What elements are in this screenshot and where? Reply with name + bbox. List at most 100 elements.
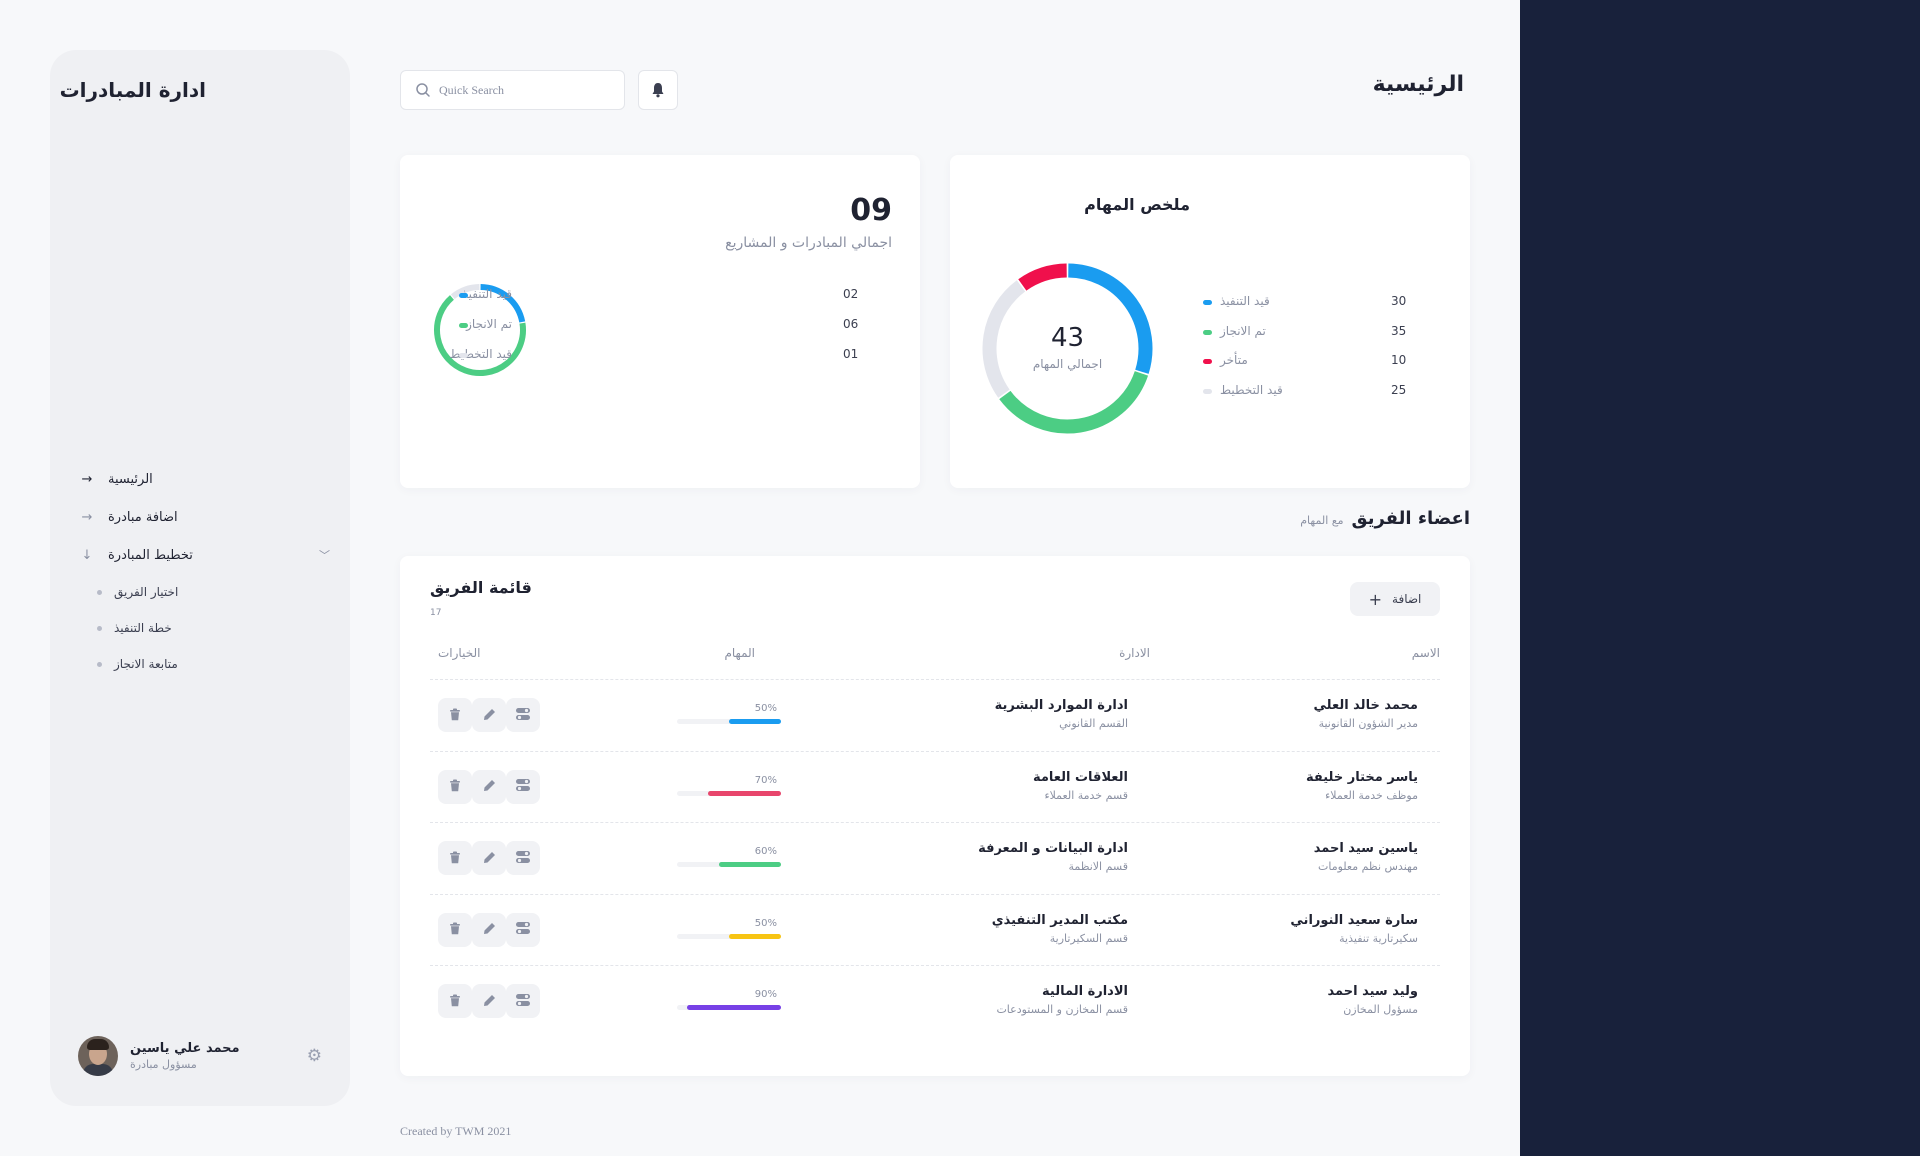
gear-icon[interactable]: ⚙: [307, 1046, 322, 1066]
edit-button[interactable]: [472, 912, 506, 947]
legend-value: 35: [1391, 323, 1407, 338]
team-count: 17: [430, 608, 442, 618]
avatar: [78, 1036, 118, 1076]
toggle-button[interactable]: [506, 984, 540, 1018]
progress-track: [677, 933, 781, 939]
toggle-button[interactable]: [506, 769, 540, 804]
table-row: وليد سيد احمد مسؤول المخازن الادارة المال…: [430, 965, 1440, 1037]
nav-item-planning[interactable]: ↓ تخطيط المبادرة ﹀: [80, 536, 330, 574]
member-dept: ادارة البيانات و المعرفة: [978, 841, 1128, 856]
toggle-button[interactable]: [506, 841, 540, 875]
donut-slice: [1018, 263, 1068, 291]
legend-swatch: [1203, 359, 1212, 365]
legend-label: متأخر: [1220, 353, 1248, 368]
member-dept: مكتب المدير التنفيذي: [991, 912, 1128, 928]
team-section-subtitle: مع المهام: [1300, 514, 1344, 527]
add-member-button[interactable]: اضافة +: [1350, 582, 1440, 616]
team-section-heading: اعضاء الفريق مع المهام: [1300, 508, 1470, 529]
legend-value: 30: [1391, 294, 1407, 308]
member-role: مدير الشؤون القانونية: [1318, 717, 1418, 730]
progress-fill: [687, 1005, 781, 1010]
legend-label: تم الانجاز: [1220, 323, 1266, 338]
toggle-icon: [515, 706, 531, 725]
progress-percent: 70%: [754, 774, 777, 786]
tasks-summary-title: ملخص المهام: [1084, 195, 1190, 214]
member-unit: قسم الانظمة: [1068, 860, 1128, 873]
sidebar-nav: → الرئيسية → اضافة مبادرة ↓ تخطيط المباد…: [80, 460, 330, 682]
legend-swatch: [459, 293, 468, 298]
legend-label: تم الانجاز: [466, 317, 512, 331]
legend-swatch: [459, 323, 468, 328]
member-name: محمد خالد العلي: [1313, 698, 1418, 713]
progress-track: [677, 862, 781, 867]
progress-fill: [708, 790, 781, 796]
page-title: الرئيسية: [1372, 72, 1464, 97]
legend-item: 02 قيد التنفيذ: [440, 287, 858, 317]
bullet-icon: [97, 589, 102, 595]
toggle-icon: [515, 849, 531, 868]
delete-button[interactable]: [438, 698, 472, 732]
plus-icon: +: [1368, 589, 1383, 609]
arrow-right-icon: →: [81, 471, 93, 487]
trash-icon: [449, 706, 461, 725]
toggle-button[interactable]: [506, 912, 540, 947]
pencil-icon: [483, 849, 496, 868]
legend-value: 06: [843, 317, 859, 331]
toggle-button[interactable]: [506, 698, 540, 732]
member-unit: القسم القانوني: [1059, 717, 1128, 730]
pencil-icon: [483, 777, 496, 796]
team-section-title: اعضاء الفريق: [1351, 508, 1471, 529]
subnav-item-team-select[interactable]: اختيار الفريق: [80, 574, 330, 610]
legend-value: 01: [843, 347, 859, 361]
search-box: [400, 70, 625, 110]
delete-button[interactable]: [438, 984, 472, 1018]
edit-button[interactable]: [472, 841, 506, 875]
pencil-icon: [483, 992, 496, 1011]
subnav-item-label: خطة التنفيذ: [114, 621, 172, 635]
progress-fill: [718, 862, 781, 867]
search-input[interactable]: [439, 82, 589, 98]
member-name: وليد سيد احمد: [1327, 984, 1418, 999]
member-role: موظف خدمة العملاء: [1325, 788, 1418, 802]
legend-value: 02: [843, 287, 859, 301]
subnav-item-progress-tracking[interactable]: متابعة الانجاز: [80, 646, 330, 682]
toggle-icon: [515, 777, 531, 796]
progress-track: [677, 1005, 781, 1010]
member-dept: العلاقات العامة: [1032, 769, 1128, 785]
nav-item-home[interactable]: → الرئيسية: [80, 460, 330, 498]
tasks-total-label: اجمالي المهام: [1032, 357, 1103, 371]
progress-fill: [729, 933, 781, 939]
subnav-item-label: اختيار الفريق: [114, 585, 179, 599]
edit-button[interactable]: [472, 769, 506, 804]
delete-button[interactable]: [438, 841, 472, 875]
delete-button[interactable]: [438, 912, 472, 947]
user-profile[interactable]: محمد علي ياسين مسؤول مبادرة ⚙: [78, 1034, 322, 1078]
bullet-icon: [97, 625, 102, 631]
notifications-button[interactable]: [638, 70, 678, 110]
member-name: ياسين سيد احمد: [1313, 841, 1418, 856]
edit-button[interactable]: [472, 984, 506, 1018]
subnav-item-execution-plan[interactable]: خطة التنفيذ: [80, 610, 330, 646]
add-button-label: اضافة: [1392, 592, 1422, 606]
edit-button[interactable]: [472, 698, 506, 732]
legend-swatch: [1203, 329, 1212, 335]
table-header: الاسم الادارة المهام الخيارات: [430, 646, 1440, 670]
initiatives-total: 09: [850, 193, 892, 228]
progress-percent: 50%: [754, 703, 777, 714]
trash-icon: [449, 992, 461, 1011]
column-header-name: الاسم: [1411, 646, 1440, 660]
delete-button[interactable]: [438, 769, 472, 804]
legend-swatch: [1203, 300, 1212, 305]
nav-item-label: تخطيط المبادرة: [108, 547, 193, 563]
legend-item: 10 متأخر: [1200, 353, 1410, 383]
legend-label: قيد التنفيذ: [1220, 294, 1270, 308]
progress-percent: 50%: [754, 917, 777, 929]
table-row: محمد خالد العلي مدير الشؤون القانونية ادا…: [430, 679, 1440, 751]
member-role: مهندس نظم معلومات: [1317, 860, 1418, 873]
table-row: سارة سعيد النوراني سكيرتارية تنفيذية مكتب…: [430, 893, 1440, 966]
legend-item: 30 قيد التنفيذ: [1200, 294, 1410, 324]
nav-item-add-initiative[interactable]: → اضافة مبادرة: [80, 498, 330, 536]
nav-item-label: الرئيسية: [108, 471, 153, 487]
legend-swatch: [459, 353, 468, 358]
subnav-item-label: متابعة الانجاز: [114, 657, 178, 671]
